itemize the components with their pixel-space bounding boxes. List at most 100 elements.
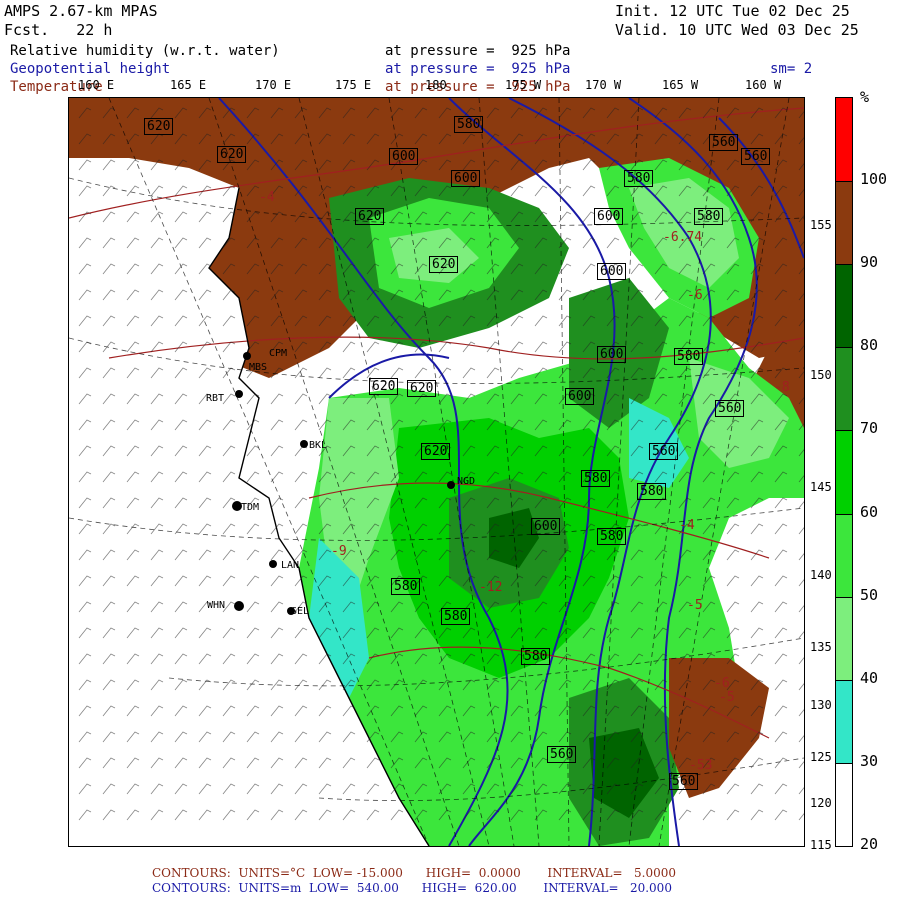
colorbar-band: [836, 98, 852, 182]
colorbar-band: [836, 430, 852, 514]
latitude-label: 150: [810, 368, 832, 382]
station-label: NGD: [457, 476, 476, 487]
height-contour-label: 620: [355, 208, 385, 225]
longitude-label: 170 W: [585, 78, 622, 92]
colorbar-band: [836, 596, 852, 680]
footer-height-contours: CONTOURS: UNITS=m LOW= 540.00 HIGH= 620.…: [152, 881, 672, 895]
longitude-label: 180: [425, 78, 447, 92]
height-contour-label: 600: [451, 170, 481, 187]
colorbar-label: 70: [860, 419, 879, 438]
colorbar-label: 90: [860, 253, 879, 272]
init-time: Init. 12 UTC Tue 02 Dec 25: [615, 2, 850, 20]
smoothing-label: sm= 2: [770, 61, 813, 77]
latitude-label: 120: [810, 796, 832, 810]
height-contour-label: 580: [581, 470, 611, 487]
station-label: LAN: [281, 560, 300, 571]
colorbar-label: 20: [860, 835, 879, 853]
colorbar-label: 80: [860, 336, 879, 355]
temperature-label: -12: [479, 580, 503, 595]
colorbar-label: 100: [860, 170, 888, 189]
height-contour-label: 620: [429, 256, 459, 273]
temperature-label: -6: [714, 676, 730, 691]
height-contour-label: 620: [144, 118, 174, 135]
longitude-label: 165 E: [170, 78, 207, 92]
forecast-hour: Fcst. 22 h: [4, 21, 113, 39]
height-contour-label: 620: [369, 378, 399, 395]
colorbar-label: 40: [860, 668, 879, 687]
longitude-label: 165 W: [662, 78, 699, 92]
colorbar-label: 60: [860, 502, 879, 521]
height-contour-label: 580: [624, 170, 654, 187]
height-contour-label: 620: [217, 146, 247, 163]
longitude-label: 175 W: [505, 78, 542, 92]
colorbar-band: [836, 679, 852, 763]
colorbar-label: 30: [860, 751, 879, 770]
height-contour-label: 620: [407, 380, 437, 397]
height-contour-label: 580: [521, 648, 551, 665]
temperature-label: -9: [331, 544, 347, 559]
height-contour-label: 560: [547, 746, 577, 763]
longitude-label: 170 E: [255, 78, 292, 92]
height-contour-label: 620: [421, 443, 451, 460]
colorbar-band: [836, 347, 852, 431]
height-contour-label: 580: [674, 348, 704, 365]
height-contour-label: 600: [594, 208, 624, 225]
height-contour-label: 600: [597, 346, 627, 363]
height-contour-label: 600: [531, 518, 561, 535]
temperature-label: -4: [259, 190, 275, 205]
height-contour-label: 560: [669, 773, 699, 790]
station-label: TDM: [241, 502, 260, 513]
longitude-label: 175 E: [335, 78, 372, 92]
height-contour-label: 580: [694, 208, 724, 225]
station-label: CPM: [269, 348, 288, 359]
latitude-label: 140: [810, 568, 832, 582]
height-contour-label: 580: [391, 578, 421, 595]
colorbar-label: 50: [860, 585, 879, 604]
height-contour-label: 600: [597, 263, 627, 280]
footer-temp-contours: CONTOURS: UNITS=°C LOW= -15.000 HIGH= 0.…: [152, 866, 676, 880]
temperature-label: -53: [689, 758, 713, 773]
longitude-label: 160 W: [745, 78, 782, 92]
field-height-label: Geopotential height: [10, 61, 171, 77]
latitude-label: 130: [810, 698, 832, 712]
valid-time: Valid. 10 UTC Wed 03 Dec 25: [615, 21, 859, 39]
level-rh: at pressure = 925 hPa: [385, 43, 571, 59]
level-height: at pressure = 925 hPa: [385, 61, 571, 77]
latitude-label: 135: [810, 640, 832, 654]
field-rh-label: Relative humidity (w.r.t. water): [10, 43, 280, 59]
temperature-label: -8: [774, 380, 790, 395]
latitude-label: 155: [810, 218, 832, 232]
colorbar-unit: %: [860, 88, 870, 106]
height-contour-label: 580: [597, 528, 627, 545]
height-contour-label: 560: [649, 443, 679, 460]
longitude-label: 160 E: [78, 78, 115, 92]
height-contour-label: 580: [441, 608, 471, 625]
height-contour-label: 560: [741, 148, 771, 165]
temperature-label: -5: [687, 598, 703, 613]
temperature-label: -6: [687, 288, 703, 303]
height-contour-label: 560: [709, 134, 739, 151]
latitude-label: 145: [810, 480, 832, 494]
latitude-label: 115: [810, 838, 832, 852]
station-label: SEL: [291, 606, 310, 617]
colorbar-band: [836, 762, 852, 846]
colorbar-band: [836, 264, 852, 348]
level-temp: at pressure = 925 hPa: [385, 79, 571, 95]
temperature-label: -4: [679, 518, 695, 533]
height-contour-label: 560: [715, 400, 745, 417]
station-label: MBS: [249, 362, 268, 373]
colorbar: [835, 97, 853, 847]
map-panel: 620 620 580 600 600 560 560 580 580 620 620 600 600 6…: [68, 97, 805, 847]
station-label: BKL: [309, 440, 328, 451]
latitude-label: 125: [810, 750, 832, 764]
height-contour-label: 600: [389, 148, 419, 165]
model-title: AMPS 2.67-km MPAS: [4, 2, 158, 20]
temperature-label: -6.74: [663, 230, 703, 245]
station-label: RBT: [206, 393, 225, 404]
height-contour-label: 600: [565, 388, 595, 405]
colorbar-band: [836, 513, 852, 597]
colorbar-band: [836, 181, 852, 265]
station-label: WHN: [207, 600, 226, 611]
temperature-label: -5: [719, 690, 735, 705]
height-contour-label: 580: [637, 483, 667, 500]
